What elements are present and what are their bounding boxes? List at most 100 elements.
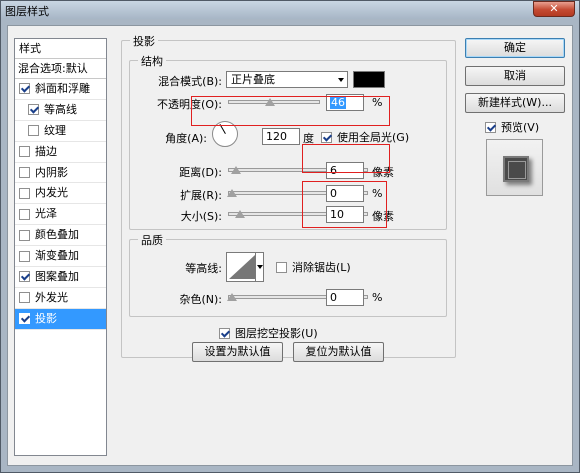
ok-button[interactable]: 确定 [465, 38, 565, 58]
style-item-label: 等高线 [44, 102, 77, 116]
style-item[interactable]: 颜色叠加 [15, 225, 106, 247]
chevron-down-icon[interactable] [255, 253, 263, 281]
structure-group: 结构 混合模式(B): 正片叠底 不透明度(O): 46 % 角度(A): 12… [129, 53, 447, 230]
style-item-label: 内发光 [35, 186, 68, 200]
checkbox-icon[interactable] [19, 208, 30, 220]
noise-value: 0 [330, 291, 337, 304]
angle-unit: 度 [303, 132, 314, 145]
checkbox-icon[interactable] [19, 313, 30, 325]
style-item-label: 斜面和浮雕 [35, 81, 90, 95]
angle-dial[interactable] [212, 121, 238, 147]
angle-label: 角度(A): [165, 132, 207, 145]
opacity-label: 不透明度(O): [157, 98, 222, 111]
style-item-label: 光泽 [35, 207, 57, 221]
style-item-label: 描边 [35, 144, 57, 158]
noise-unit: % [372, 291, 383, 304]
window-title: 图层样式 [5, 5, 49, 18]
checkbox-icon [321, 131, 332, 143]
angle-input[interactable]: 120 [262, 128, 300, 145]
noise-input[interactable]: 0 [326, 289, 364, 306]
style-item[interactable]: 渐变叠加 [15, 246, 106, 268]
checkbox-icon[interactable] [19, 229, 30, 241]
antialias-checkbox[interactable]: 消除锯齿(L) [276, 259, 351, 275]
checkbox-icon[interactable] [28, 125, 39, 137]
spread-unit: % [372, 187, 383, 200]
title-bar[interactable]: 图层样式 ✕ [1, 1, 579, 19]
checkbox-icon[interactable] [19, 271, 30, 283]
quality-group: 品质 等高线: 消除锯齿(L) 杂色(N): 0 % [129, 232, 447, 317]
angle-hand [219, 123, 226, 134]
style-item-label: 纹理 [44, 123, 66, 137]
style-item[interactable]: 内发光 [15, 183, 106, 205]
global-light-checkbox[interactable]: 使用全局光(G) [321, 129, 409, 145]
style-item-label: 外发光 [35, 290, 68, 304]
new-style-button[interactable]: 新建样式(W)... [465, 93, 565, 113]
close-button[interactable]: ✕ [533, 1, 575, 17]
styles-header[interactable]: 样式 [15, 39, 106, 59]
style-item[interactable]: 斜面和浮雕 [15, 79, 106, 100]
style-item[interactable]: 外发光 [15, 288, 106, 309]
preview-checkbox[interactable]: 预览(V) [485, 119, 539, 135]
size-input[interactable]: 10 [326, 206, 364, 223]
size-label: 大小(S): [180, 210, 222, 223]
noise-label: 杂色(N): [179, 293, 222, 306]
style-item[interactable]: 纹理 [15, 121, 106, 142]
opacity-value: 46 [330, 96, 346, 109]
style-item-label: 投影 [35, 311, 57, 325]
style-item-label: 图案叠加 [35, 269, 79, 283]
dialog-client: 样式 混合选项:默认 斜面和浮雕等高线纹理描边内阴影内发光光泽颜色叠加渐变叠加图… [7, 25, 573, 466]
reset-default-button[interactable]: 复位为默认值 [293, 342, 384, 362]
shadow-color-swatch[interactable] [353, 71, 385, 88]
spread-thumb[interactable] [227, 189, 237, 197]
knockout-label: 图层挖空投影(U) [235, 327, 318, 340]
opacity-thumb[interactable] [265, 98, 276, 106]
style-item[interactable]: 等高线 [15, 100, 106, 121]
checkbox-icon[interactable] [19, 167, 30, 178]
style-item[interactable]: 内阴影 [15, 163, 106, 184]
opacity-slider[interactable] [228, 98, 320, 108]
blending-options-item[interactable]: 混合选项:默认 [15, 59, 106, 79]
blend-mode-value: 正片叠底 [231, 73, 275, 86]
checkbox-icon[interactable] [19, 146, 30, 158]
distance-label: 距离(D): [179, 166, 222, 179]
distance-input[interactable]: 6 [326, 162, 364, 179]
size-value: 10 [330, 208, 344, 221]
style-preview [486, 139, 543, 196]
distance-thumb[interactable] [231, 166, 241, 174]
contour-curve-icon [229, 255, 255, 279]
checkbox-icon[interactable] [28, 104, 39, 116]
style-item-label: 渐变叠加 [35, 249, 79, 263]
checkbox-icon [276, 261, 287, 273]
opacity-unit: % [372, 96, 383, 109]
checkbox-icon[interactable] [19, 292, 30, 304]
style-item[interactable]: 投影 [15, 308, 106, 330]
chevron-down-icon [338, 78, 344, 82]
size-unit: 像素 [372, 210, 394, 223]
distance-value: 6 [330, 164, 337, 177]
global-light-label: 使用全局光(G) [337, 131, 410, 144]
style-item[interactable]: 描边 [15, 142, 106, 163]
style-item[interactable]: 图案叠加 [15, 267, 106, 288]
checkbox-icon[interactable] [19, 187, 30, 199]
checkbox-icon[interactable] [19, 83, 30, 95]
drop-shadow-title: 投影 [130, 33, 158, 49]
preview-label: 预览(V) [501, 121, 540, 134]
angle-value: 120 [266, 130, 287, 143]
set-default-button[interactable]: 设置为默认值 [192, 342, 283, 362]
opacity-input[interactable]: 46 [326, 94, 364, 111]
knockout-checkbox[interactable]: 图层挖空投影(U) [219, 325, 318, 341]
quality-title: 品质 [138, 232, 166, 248]
contour-picker[interactable] [226, 252, 264, 282]
styles-list: 样式 混合选项:默认 斜面和浮雕等高线纹理描边内阴影内发光光泽颜色叠加渐变叠加图… [14, 38, 107, 456]
distance-unit: 像素 [372, 166, 394, 179]
blend-mode-select[interactable]: 正片叠底 [226, 71, 348, 88]
noise-thumb[interactable] [227, 293, 237, 301]
size-thumb[interactable] [235, 210, 245, 218]
cancel-button[interactable]: 取消 [465, 66, 565, 86]
checkbox-icon [485, 121, 496, 133]
style-item-label: 颜色叠加 [35, 228, 79, 242]
style-item[interactable]: 光泽 [15, 204, 106, 226]
checkbox-icon[interactable] [19, 250, 30, 262]
spread-input[interactable]: 0 [326, 185, 364, 202]
antialias-label: 消除锯齿(L) [292, 261, 351, 274]
